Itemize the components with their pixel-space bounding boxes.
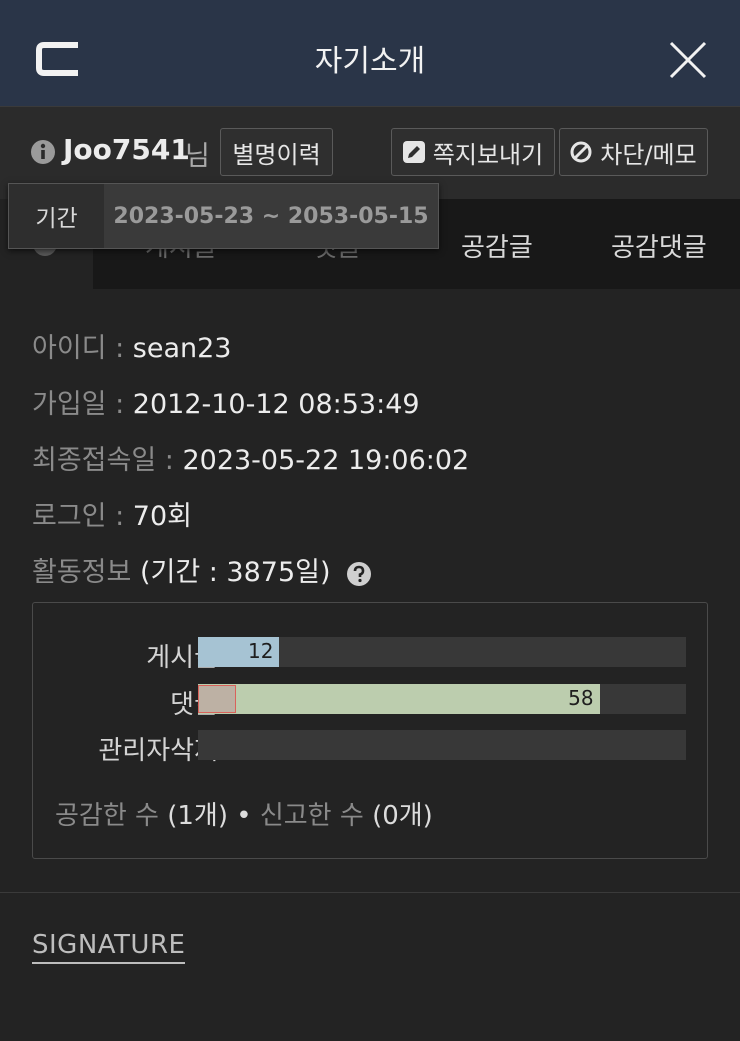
admin-delete-label: 관리자삭제 bbox=[98, 736, 218, 766]
send-message-button[interactable]: 쪽지보내기 bbox=[391, 128, 555, 176]
id-row: 아이디 : sean23 bbox=[32, 326, 232, 365]
block-memo-label: 차단/메모 bbox=[600, 140, 697, 169]
posts-label: 게시글 bbox=[146, 643, 218, 673]
summary-bullet: • bbox=[227, 801, 260, 831]
last-login-row: 최종접속일 : 2023-05-22 19:06:02 bbox=[32, 438, 469, 477]
activity-row: 활동정보 (기간 : 3875일) bbox=[32, 550, 372, 589]
joined-label: 가입일 : bbox=[32, 389, 133, 420]
user-honorific: 님 bbox=[185, 141, 210, 172]
tab-liked-posts[interactable]: 공감글 bbox=[461, 227, 533, 264]
send-message-label: 쪽지보내기 bbox=[432, 140, 544, 169]
signature-heading[interactable]: SIGNATURE bbox=[32, 930, 186, 964]
login-count-label: 로그인 : bbox=[32, 501, 133, 532]
posts-bar-fill: 12 bbox=[198, 637, 280, 667]
id-label: 아이디 : bbox=[32, 333, 133, 364]
joined-value: 2012-10-12 08:53:49 bbox=[132, 389, 420, 420]
alias-history-label: 별명이력 bbox=[232, 140, 321, 169]
comments-bar-fill: 58 bbox=[198, 684, 600, 714]
help-icon[interactable] bbox=[347, 561, 372, 586]
comments-label: 댓글 bbox=[170, 690, 218, 720]
comments-count: 58 bbox=[568, 686, 594, 710]
posts-bar: 12 bbox=[198, 637, 686, 667]
activity-label: 활동정보 bbox=[32, 557, 140, 588]
close-icon[interactable] bbox=[668, 40, 708, 80]
period-tooltip: 기간 2023-05-23 ~ 2053-05-15 bbox=[8, 183, 439, 249]
tab-liked-comments[interactable]: 공감댓글 bbox=[611, 227, 707, 264]
info-icon[interactable] bbox=[31, 140, 55, 164]
reports-value: (0개) bbox=[372, 801, 433, 831]
likes-value: (1개) bbox=[167, 801, 228, 831]
login-count-value: 70회 bbox=[132, 501, 192, 532]
section-divider bbox=[0, 892, 740, 893]
block-memo-button[interactable]: 차단/메모 bbox=[559, 128, 708, 176]
page-title: 자기소개 bbox=[314, 44, 426, 79]
alias-history-button[interactable]: 별명이력 bbox=[220, 128, 333, 176]
reaction-summary: 공감한 수 (1개) • 신고한 수 (0개) bbox=[55, 795, 433, 832]
admin-delete-bar bbox=[198, 730, 686, 760]
user-nickname[interactable]: Joo7541 bbox=[63, 133, 190, 166]
joined-row: 가입일 : 2012-10-12 08:53:49 bbox=[32, 382, 420, 421]
pencil-icon bbox=[402, 141, 425, 163]
reports-label: 신고한 수 bbox=[259, 801, 373, 831]
posts-count: 12 bbox=[248, 639, 274, 663]
header-bar: 자기소개 bbox=[0, 0, 740, 107]
last-login-label: 최종접속일 : bbox=[32, 445, 183, 476]
block-icon bbox=[570, 141, 592, 163]
last-login-value: 2023-05-22 19:06:02 bbox=[182, 445, 470, 476]
activity-period: (기간 : 3875일) bbox=[139, 557, 331, 588]
period-value: 2023-05-23 ~ 2053-05-15 bbox=[104, 184, 438, 248]
likes-label: 공감한 수 bbox=[55, 801, 168, 831]
period-label: 기간 bbox=[35, 206, 78, 232]
login-count-row: 로그인 : 70회 bbox=[32, 494, 192, 533]
comments-bar-marker bbox=[198, 685, 236, 713]
id-value: sean23 bbox=[132, 333, 232, 364]
comments-bar: 58 bbox=[198, 684, 686, 714]
